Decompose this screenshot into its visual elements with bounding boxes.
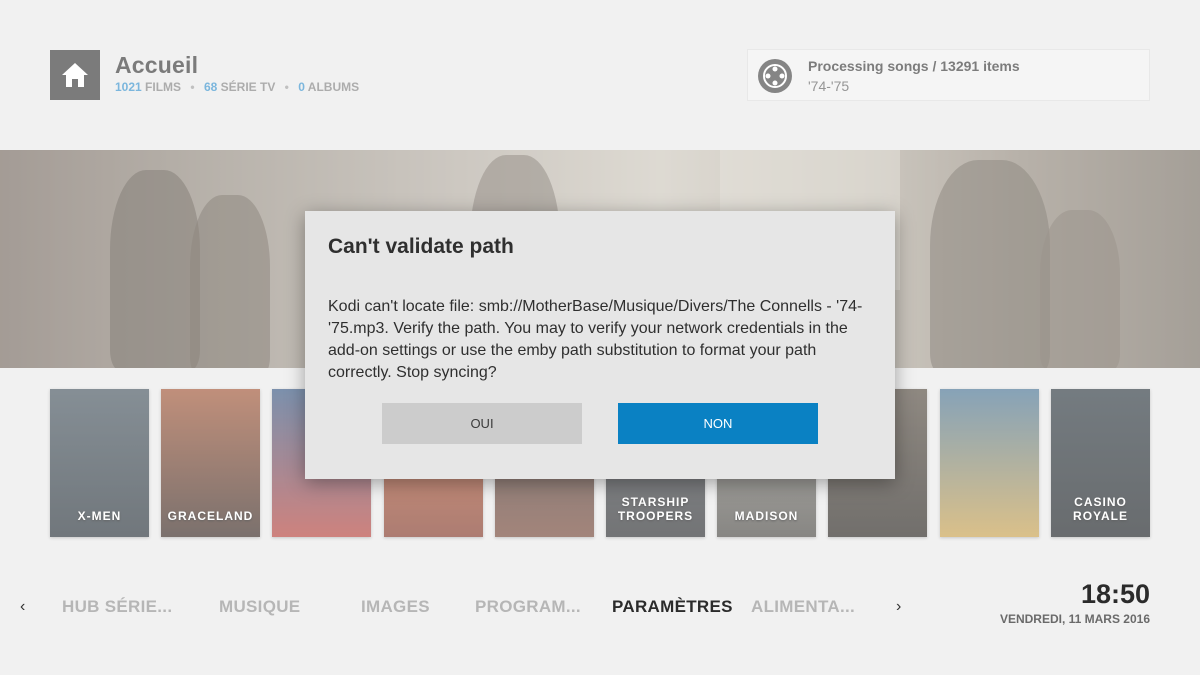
films-count: 1021 xyxy=(115,80,142,94)
poster-item[interactable] xyxy=(940,389,1039,537)
stats-separator: • xyxy=(284,80,289,94)
stats-separator: • xyxy=(190,80,195,94)
films-label: FILMS xyxy=(145,80,182,94)
poster-title: MADISON xyxy=(734,509,799,523)
nav-item-hub-series[interactable]: HUB SÉRIE... xyxy=(62,597,172,617)
clock-date: VENDREDI, 11 MARS 2016 xyxy=(999,612,1150,626)
no-button[interactable]: NON xyxy=(618,403,818,444)
albums-count: 0 xyxy=(298,80,305,94)
nav-item-alimentation[interactable]: ALIMENTA... xyxy=(751,597,855,617)
home-tile[interactable] xyxy=(50,50,100,100)
poster-title: GRACELAND xyxy=(167,509,254,523)
poster-item[interactable]: X-MEN xyxy=(50,389,149,537)
series-count: 68 xyxy=(203,80,218,94)
yes-button[interactable]: OUI xyxy=(382,403,582,444)
page-title: Accueil xyxy=(115,52,199,78)
nav-item-programmes[interactable]: PROGRAM... xyxy=(475,597,581,617)
nav-right-arrow-icon[interactable]: › xyxy=(896,598,901,616)
nav-item-musique[interactable]: MUSIQUE xyxy=(219,597,300,617)
clock-time: 18:50 xyxy=(1080,579,1150,609)
poster-item[interactable]: CASINO ROYALE xyxy=(1051,389,1150,537)
dialog-message: Kodi can't locate file: smb://MotherBase… xyxy=(328,298,863,381)
poster-title: CASINO ROYALE xyxy=(1073,495,1128,523)
poster-item[interactable]: GRACELAND xyxy=(161,389,260,537)
library-stats: 1021 FILMS • 68 SÉRIE TV • 0 ALBUMS xyxy=(115,80,359,94)
nav-item-images[interactable]: IMAGES xyxy=(361,597,430,617)
series-label: SÉRIE TV xyxy=(220,80,276,94)
albums-label: ALBUMS xyxy=(307,80,360,94)
progress-subtitle: '74-'75 xyxy=(808,78,850,94)
home-icon xyxy=(62,63,88,87)
nav-left-arrow-icon[interactable]: ‹ xyxy=(20,598,25,616)
emby-logo-icon xyxy=(758,59,792,93)
validate-path-dialog: Can't validate path Kodi can't locate fi… xyxy=(305,211,895,479)
nav-item-parametres[interactable]: PARAMÈTRES xyxy=(612,597,733,617)
poster-title: X-MEN xyxy=(77,509,122,523)
progress-title: Processing songs / 13291 items xyxy=(808,58,1020,74)
poster-title: STARSHIP TROOPERS xyxy=(617,495,694,523)
dialog-title: Can't validate path xyxy=(328,235,514,258)
sync-progress-notification: Processing songs / 13291 items '74-'75 xyxy=(747,49,1150,101)
